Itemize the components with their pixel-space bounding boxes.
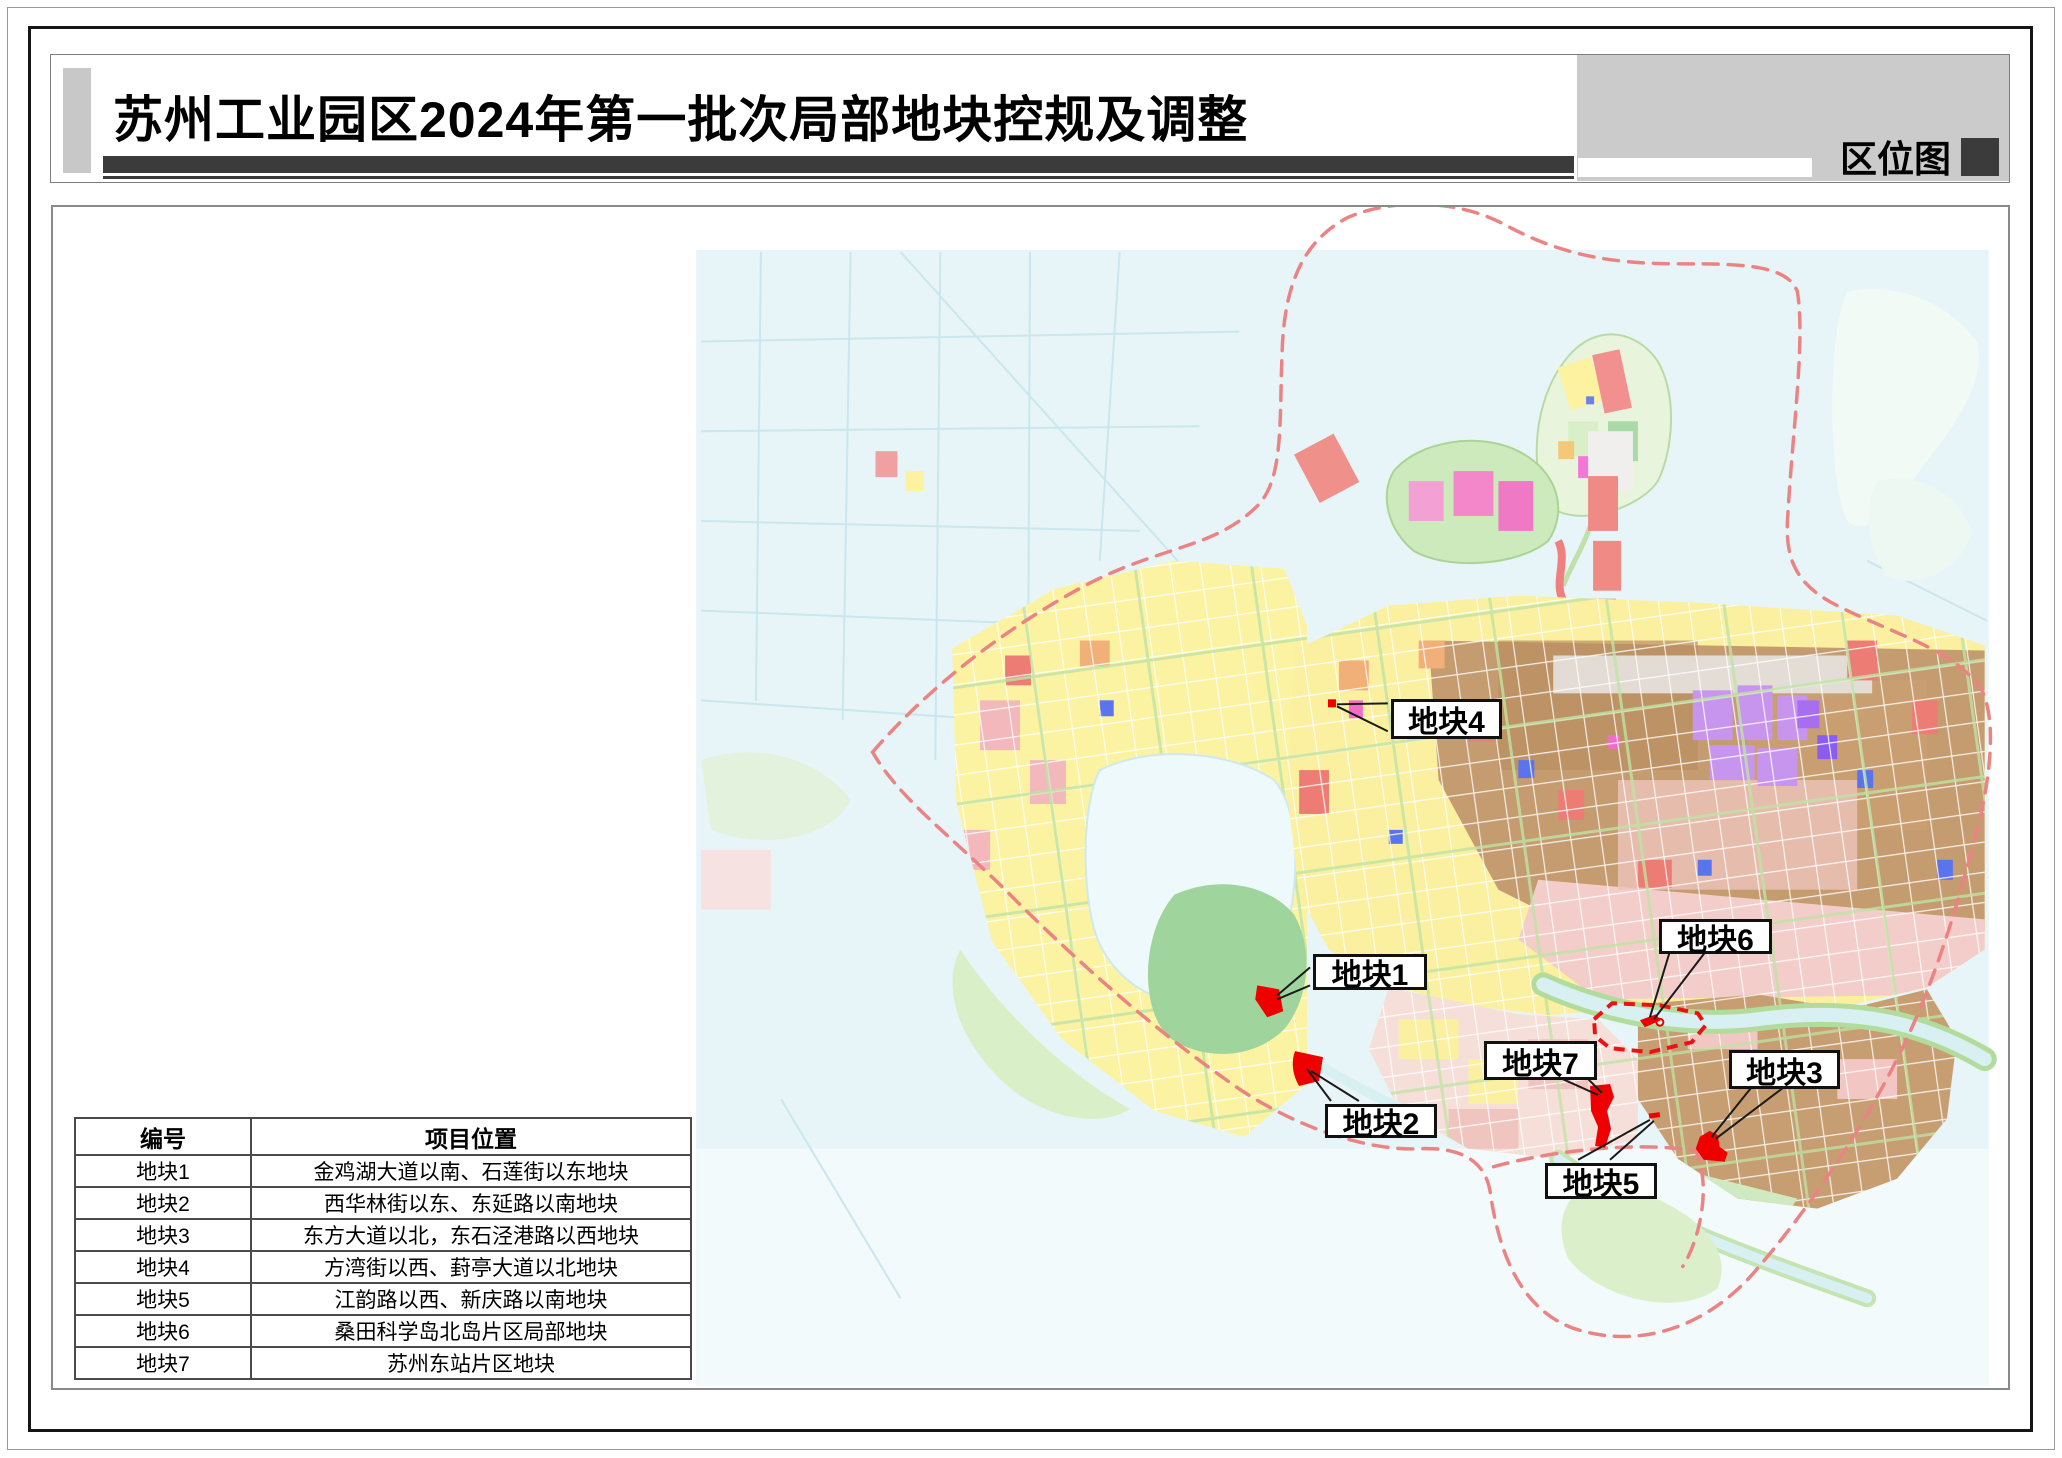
plot-location: 东方大道以北，东石泾港路以西地块: [251, 1219, 691, 1251]
plot-id: 地块5: [75, 1283, 251, 1315]
plot-id: 地块2: [75, 1187, 251, 1219]
plot-location: 桑田科学岛北岛片区局部地块: [251, 1315, 691, 1347]
plot-id: 地块3: [75, 1219, 251, 1251]
table-row: 地块3 东方大道以北，东石泾港路以西地块: [75, 1219, 691, 1251]
corner-square-marker: [1961, 138, 1999, 176]
green-park-area: [1148, 884, 1306, 1054]
title-underline-white-segment: [1578, 158, 1812, 177]
plot-location: 西华林街以东、东延路以南地块: [251, 1187, 691, 1219]
plot-index-table: 编号 项目位置 地块1 金鸡湖大道以南、石莲街以东地块 地块2 西华林街以东、东…: [74, 1117, 692, 1380]
title-underline-thin: [103, 176, 1574, 179]
table-row: 地块5 江韵路以西、新庆路以南地块: [75, 1283, 691, 1315]
table-row: 地块1 金鸡湖大道以南、石莲街以东地块: [75, 1155, 691, 1187]
column-header-location: 项目位置: [251, 1118, 691, 1155]
callout-plot5: 地块5: [1545, 1163, 1657, 1199]
table-row: 地块7 苏州东站片区地块: [75, 1347, 691, 1379]
callout-plot7: 地块7: [1484, 1041, 1597, 1080]
plot-location: 方湾街以西、葑亭大道以北地块: [251, 1251, 691, 1283]
plot-id: 地块4: [75, 1251, 251, 1283]
table-row: 地块2 西华林街以东、东延路以南地块: [75, 1187, 691, 1219]
plot-id: 地块6: [75, 1315, 251, 1347]
table-row: 地块6 桑田科学岛北岛片区局部地块: [75, 1315, 691, 1347]
title-accent-bar: [63, 68, 91, 173]
title-underline-bar: [103, 156, 1574, 173]
callout-plot1: 地块1: [1313, 954, 1427, 990]
callout-plot2: 地块2: [1325, 1104, 1437, 1138]
table-row: 地块4 方湾街以西、葑亭大道以北地块: [75, 1251, 691, 1283]
plot4-shape: [1328, 699, 1336, 707]
plot-location: 江韵路以西、新庆路以南地块: [251, 1283, 691, 1315]
callout-plot3: 地块3: [1729, 1050, 1840, 1089]
plot-location: 金鸡湖大道以南、石莲街以东地块: [251, 1155, 691, 1187]
location-map-panel: 地块1 地块2 地块3 地块4 地块5 地块6 地块7 编号 项目位置 地块1 …: [51, 205, 2010, 1390]
callout-plot6: 地块6: [1659, 919, 1772, 954]
plot-id: 地块7: [75, 1347, 251, 1379]
header-bar: 苏州工业园区2024年第一批次局部地块控规及调整 区位图: [50, 54, 2010, 183]
column-header-id: 编号: [75, 1118, 251, 1155]
page-title: 苏州工业园区2024年第一批次局部地块控规及调整: [113, 80, 1248, 152]
plot-id: 地块1: [75, 1155, 251, 1187]
plot-location: 苏州东站片区地块: [251, 1347, 691, 1379]
west-urban-band: [952, 561, 1307, 1139]
planning-document-page: { "header": { "title": "苏州工业园区2024年第一批次局…: [0, 0, 2062, 1458]
callout-plot4: 地块4: [1391, 699, 1502, 739]
table-header-row: 编号 项目位置: [75, 1118, 691, 1155]
location-map-label: 区位图: [1840, 129, 1951, 183]
